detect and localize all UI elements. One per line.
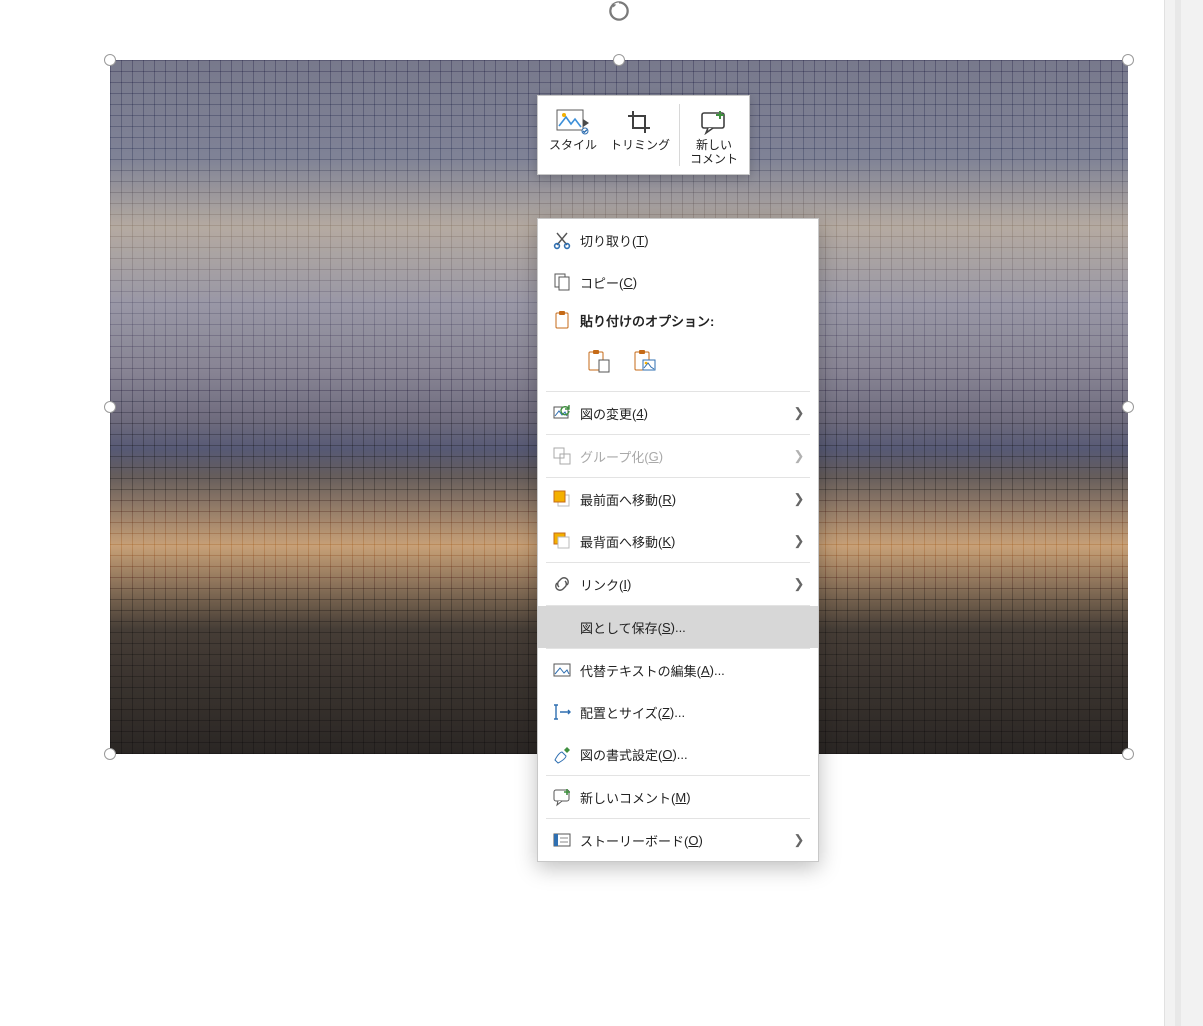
menu-format-picture[interactable]: 図の書式設定(O)...: [538, 733, 818, 775]
menu-storyboard[interactable]: ストーリーボード(O) ❯: [538, 819, 818, 861]
resize-handle-ml[interactable]: [104, 401, 116, 413]
menu-group-label: グループ化(G): [580, 447, 790, 466]
menu-send-to-back[interactable]: 最背面へ移動(K) ❯: [538, 520, 818, 562]
menu-size-position[interactable]: 配置とサイズ(Z)...: [538, 691, 818, 733]
resize-handle-bl[interactable]: [104, 748, 116, 760]
menu-change-picture-label: 図の変更(4): [580, 404, 790, 423]
menu-copy-label: コピー(C): [580, 273, 808, 292]
menu-change-picture[interactable]: 図の変更(4) ❯: [538, 392, 818, 434]
menu-new-comment-label: 新しいコメント(M): [580, 788, 808, 807]
paste-option-keep-source[interactable]: [580, 343, 616, 379]
bring-front-icon: [544, 489, 580, 509]
menu-link[interactable]: リンク(I) ❯: [538, 563, 818, 605]
menu-bring-to-front[interactable]: 最前面へ移動(R) ❯: [538, 478, 818, 520]
menu-edit-alt-text[interactable]: 代替テキストの編集(A)...: [538, 649, 818, 691]
submenu-arrow-icon: ❯: [790, 533, 808, 549]
submenu-arrow-icon: ❯: [790, 832, 808, 848]
style-label: スタイル: [549, 138, 597, 152]
menu-group: グループ化(G) ❯: [538, 435, 818, 477]
new-comment-button[interactable]: 新しい コメント: [683, 102, 745, 168]
crop-label: トリミング: [610, 138, 670, 152]
submenu-arrow-icon: ❯: [790, 491, 808, 507]
crop-button[interactable]: トリミング: [604, 102, 676, 168]
new-comment-icon: [700, 106, 728, 138]
document-area: スタイル トリミング 新しい コメント 切り取: [0, 0, 1165, 1026]
link-icon: [544, 574, 580, 594]
change-picture-icon: [544, 403, 580, 423]
paste-icon: [544, 310, 580, 330]
size-position-icon: [544, 702, 580, 722]
rotate-handle[interactable]: [608, 0, 630, 22]
storyboard-icon: [544, 830, 580, 850]
resize-handle-tl[interactable]: [104, 54, 116, 66]
send-back-icon: [544, 531, 580, 551]
style-button[interactable]: スタイル: [542, 102, 604, 168]
context-menu: 切り取り(T) コピー(C) 貼り付けのオプション:: [537, 218, 819, 862]
menu-format-picture-label: 図の書式設定(O)...: [580, 745, 808, 764]
menu-size-position-label: 配置とサイズ(Z)...: [580, 703, 808, 722]
menu-send-back-label: 最背面へ移動(K): [580, 532, 790, 551]
resize-handle-br[interactable]: [1122, 748, 1134, 760]
menu-new-comment[interactable]: 新しいコメント(M): [538, 776, 818, 818]
format-picture-icon: [544, 744, 580, 764]
group-icon: [544, 446, 580, 466]
resize-handle-tr[interactable]: [1122, 54, 1134, 66]
menu-storyboard-label: ストーリーボード(O): [580, 831, 790, 850]
menu-copy[interactable]: コピー(C): [538, 261, 818, 303]
cut-icon: [544, 230, 580, 250]
menu-link-label: リンク(I): [580, 575, 790, 594]
comment-icon: [544, 787, 580, 807]
menu-paste-header-label: 貼り付けのオプション:: [580, 311, 808, 330]
menu-paste-header: 貼り付けのオプション:: [538, 303, 818, 337]
mini-toolbar: スタイル トリミング 新しい コメント: [537, 95, 750, 175]
copy-icon: [544, 272, 580, 292]
menu-alt-text-label: 代替テキストの編集(A)...: [580, 661, 808, 680]
new-comment-label: 新しい コメント: [690, 138, 738, 166]
menu-bring-front-label: 最前面へ移動(R): [580, 490, 790, 509]
submenu-arrow-icon: ❯: [790, 576, 808, 592]
menu-cut[interactable]: 切り取り(T): [538, 219, 818, 261]
scrollbar-gutter[interactable]: [1164, 0, 1203, 1026]
resize-handle-mr[interactable]: [1122, 401, 1134, 413]
picture-style-icon: [556, 106, 590, 138]
paste-option-picture[interactable]: [626, 343, 662, 379]
resize-handle-tm[interactable]: [613, 54, 625, 66]
menu-save-as-picture[interactable]: 図として保存(S)...: [538, 606, 818, 648]
submenu-arrow-icon: ❯: [790, 448, 808, 464]
crop-icon: [626, 106, 654, 138]
menu-cut-label: 切り取り(T): [580, 231, 808, 250]
toolbar-separator: [679, 104, 680, 166]
menu-save-as-picture-label: 図として保存(S)...: [580, 618, 808, 637]
submenu-arrow-icon: ❯: [790, 405, 808, 421]
alt-text-icon: [544, 660, 580, 680]
